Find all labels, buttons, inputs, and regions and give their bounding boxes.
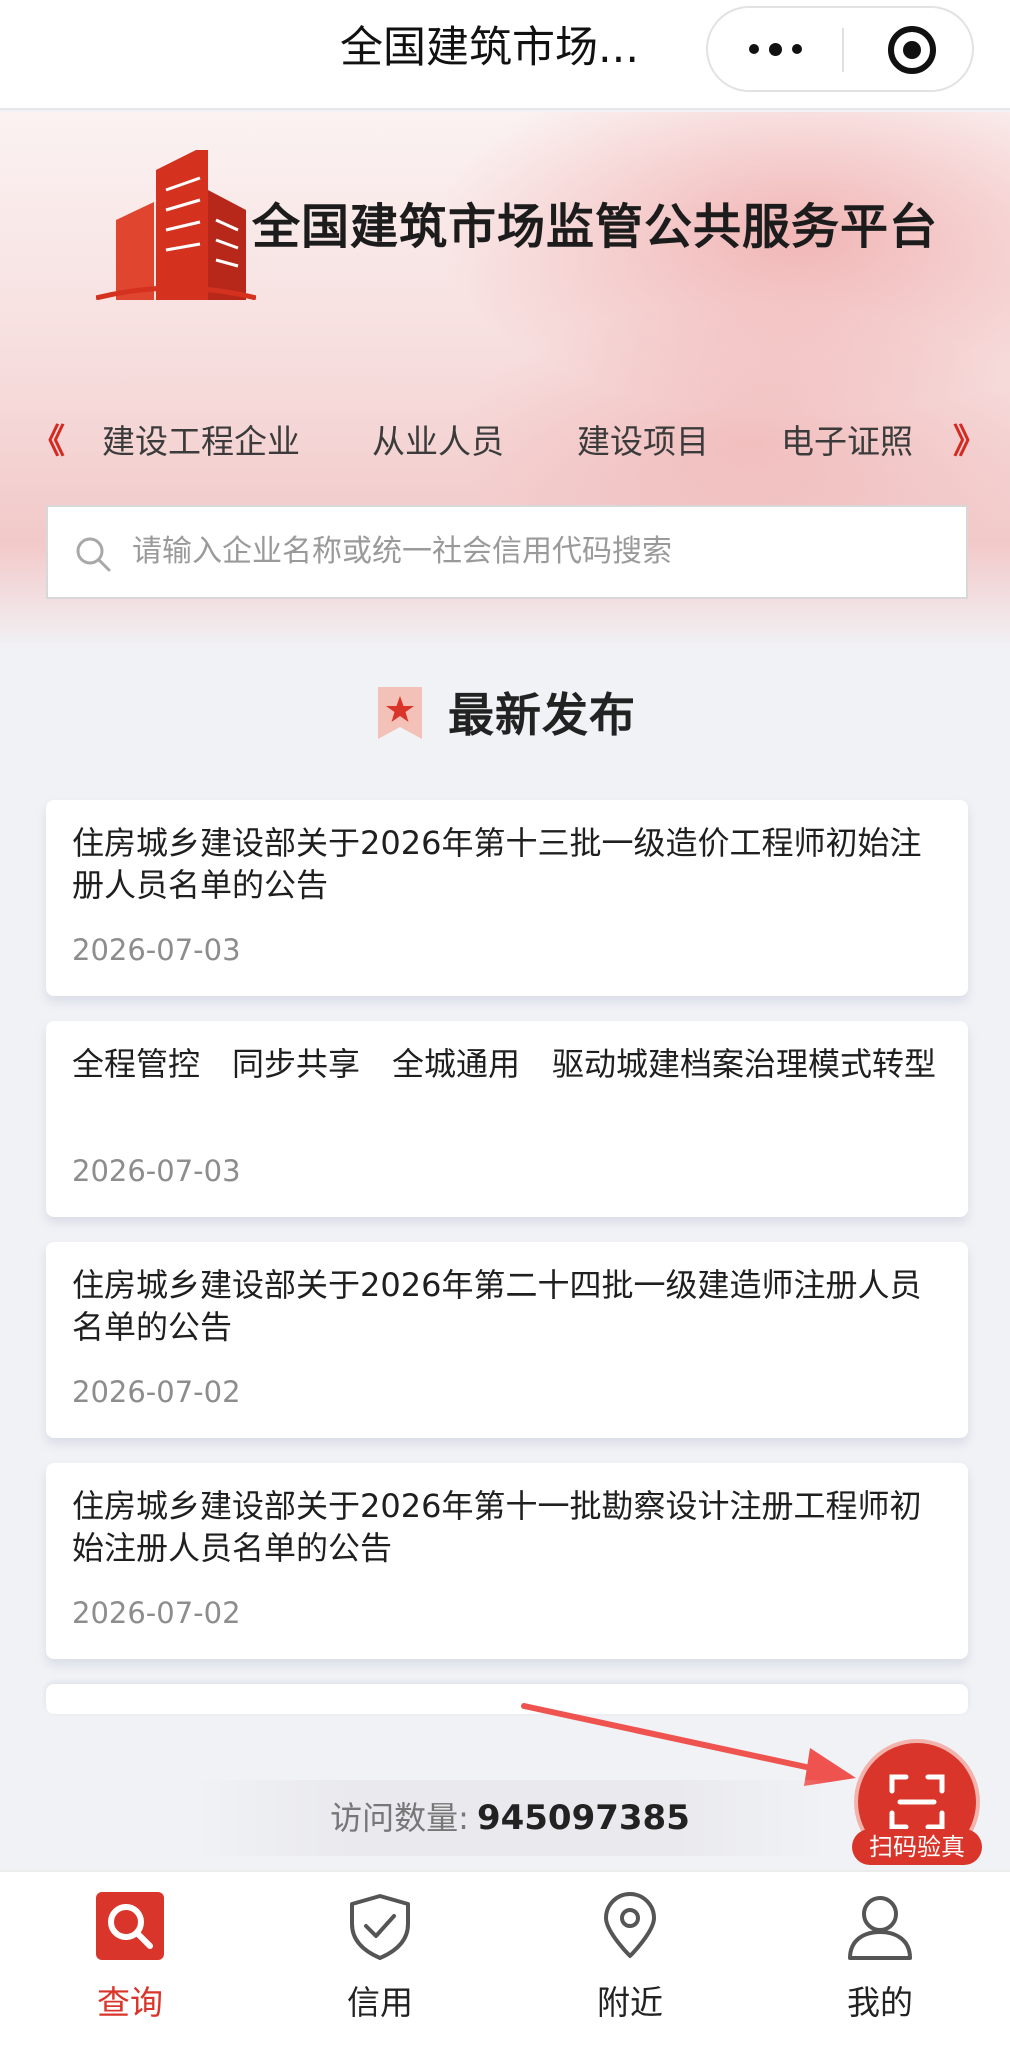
user-icon	[848, 1896, 912, 1960]
hero-banner: 全国建筑市场监管公共服务平台 《 建设工程企业 从业人员 建设项目 电子证照 》…	[0, 112, 1010, 650]
capsule-divider	[842, 28, 844, 72]
tab-mine[interactable]: 我的	[800, 1872, 960, 2046]
bottom-tab-bar: 查询 信用 附近 我的	[0, 1870, 1010, 2046]
visit-label: 访问数量:	[330, 1799, 469, 1837]
news-card[interactable]: 住房城乡建设部关于2026年第十三批一级造价工程师初始注册人员名单的公告 202…	[46, 800, 968, 996]
section-title: 最新发布	[448, 688, 636, 742]
search-icon	[96, 1892, 164, 1960]
visit-count: 945097385	[476, 1798, 690, 1838]
platform-title: 全国建筑市场监管公共服务平台	[252, 199, 939, 255]
mini-program-title-bar: 全国建筑市场...	[0, 0, 1010, 110]
tab-label: 信用	[347, 1983, 413, 2022]
nav-tab-enterprises[interactable]: 建设工程企业	[102, 402, 300, 482]
news-date: 2026-07-02	[72, 1596, 241, 1630]
news-card[interactable]: 全程管控 同步共享 全城通用 驱动城建档案治理模式转型 2026-07-03	[46, 1021, 968, 1217]
nav-tab-projects[interactable]: 建设项目	[577, 402, 709, 482]
nav-next-arrow[interactable]: 》	[950, 402, 990, 482]
close-mini-program-icon[interactable]	[888, 26, 936, 74]
news-card[interactable]: 住房城乡建设部关于2026年第十一批勘察设计注册工程师初始注册人员名单的公告 2…	[46, 1463, 968, 1659]
news-date: 2026-07-02	[72, 1375, 241, 1409]
news-date: 2026-07-03	[72, 933, 241, 967]
building-logo-icon	[96, 150, 256, 300]
visit-counter: 访问数量: 945097385	[190, 1780, 830, 1856]
search-placeholder: 请输入企业名称或统一社会信用代码搜索	[132, 534, 672, 569]
nav-tab-e-certificates[interactable]: 电子证照	[781, 402, 913, 482]
shield-check-icon	[350, 1894, 410, 1960]
news-title: 住房城乡建设部关于2026年第十三批一级造价工程师初始注册人员名单的公告	[72, 824, 922, 904]
search-icon	[76, 537, 111, 572]
tab-label: 查询	[97, 1983, 163, 2022]
news-card[interactable]: 住房城乡建设部关于2026年第二十四批一级建造师注册人员名单的公告 2026-0…	[46, 1242, 968, 1438]
tab-query[interactable]: 查询	[50, 1872, 210, 2046]
annotation-arrow-icon	[521, 1703, 856, 1786]
star-badge-icon	[378, 687, 422, 739]
nav-tab-practitioners[interactable]: 从业人员	[372, 402, 504, 482]
capsule-menu	[706, 6, 974, 92]
window-title: 全国建筑市场...	[340, 23, 640, 73]
news-title: 全程管控 同步共享 全城通用 驱动城建档案治理模式转型	[72, 1045, 937, 1083]
search-input[interactable]: 请输入企业名称或统一社会信用代码搜索	[46, 505, 968, 599]
nav-prev-arrow[interactable]: 《	[28, 402, 68, 482]
scan-verify-label[interactable]: 扫码验真	[852, 1829, 982, 1865]
scan-qr-icon	[889, 1774, 945, 1830]
news-title: 住房城乡建设部关于2026年第十一批勘察设计注册工程师初始注册人员名单的公告	[72, 1487, 922, 1567]
tab-label: 附近	[597, 1983, 663, 2022]
tab-credit[interactable]: 信用	[300, 1872, 460, 2046]
category-nav: 《 建设工程企业 从业人员 建设项目 电子证照 》	[0, 402, 1010, 482]
tab-label: 我的	[847, 1983, 913, 2022]
news-title: 住房城乡建设部关于2026年第二十四批一级建造师注册人员名单的公告	[72, 1266, 922, 1346]
location-pin-icon	[604, 1892, 656, 1958]
latest-releases-heading: 最新发布	[0, 675, 1010, 755]
more-options-icon[interactable]	[708, 8, 842, 90]
tab-nearby[interactable]: 附近	[550, 1872, 710, 2046]
news-date: 2026-07-03	[72, 1154, 241, 1188]
